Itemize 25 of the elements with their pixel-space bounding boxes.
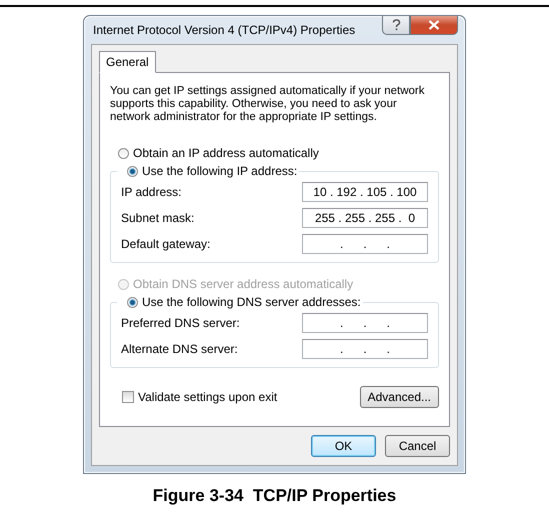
figure-caption: Figure 3-34 TCP/IP Properties bbox=[152, 486, 396, 506]
help-icon bbox=[392, 19, 400, 31]
validate-checkbox[interactable]: Validate settings upon exit bbox=[122, 390, 278, 404]
close-button[interactable] bbox=[410, 16, 458, 35]
intro-text: You can get IP settings assigned automatically if your network supports this capability. Otherwise, you need to ask your network administrator for the appropriate IP settings. bbox=[110, 85, 426, 124]
radio-option[interactable]: Use the following IP address: bbox=[127, 164, 298, 178]
field-label: IP address: bbox=[121, 185, 182, 199]
ip-address-field[interactable]: 255 . 255 . 255 . 0 bbox=[302, 208, 428, 228]
tab[interactable]: General bbox=[99, 51, 156, 73]
field-label: Preferred DNS server: bbox=[121, 316, 240, 330]
window-title: Internet Protocol Version 4 (TCP/IPv4) Properties bbox=[92, 22, 356, 37]
field-label: Alternate DNS server: bbox=[121, 342, 238, 356]
advanced-button[interactable]: Advanced... bbox=[360, 386, 439, 408]
ip-address-field[interactable]: . . . bbox=[302, 234, 428, 254]
ip-address-field[interactable]: . . . bbox=[302, 313, 428, 333]
dialog-button[interactable]: OK bbox=[311, 435, 376, 457]
radio-option[interactable]: Obtain an IP address automatically bbox=[118, 146, 439, 160]
dialog-button[interactable]: Cancel bbox=[385, 435, 450, 457]
help-button[interactable] bbox=[382, 16, 410, 35]
field-label: Subnet mask: bbox=[121, 211, 194, 225]
radio-option[interactable]: Use the following DNS server addresses: bbox=[127, 295, 361, 309]
ip-address-field[interactable]: . . . bbox=[302, 339, 428, 359]
field-label: Default gateway: bbox=[121, 237, 210, 251]
close-icon bbox=[428, 20, 440, 30]
ip-address-field[interactable]: 10 . 192 . 105 . 100 bbox=[302, 182, 428, 202]
